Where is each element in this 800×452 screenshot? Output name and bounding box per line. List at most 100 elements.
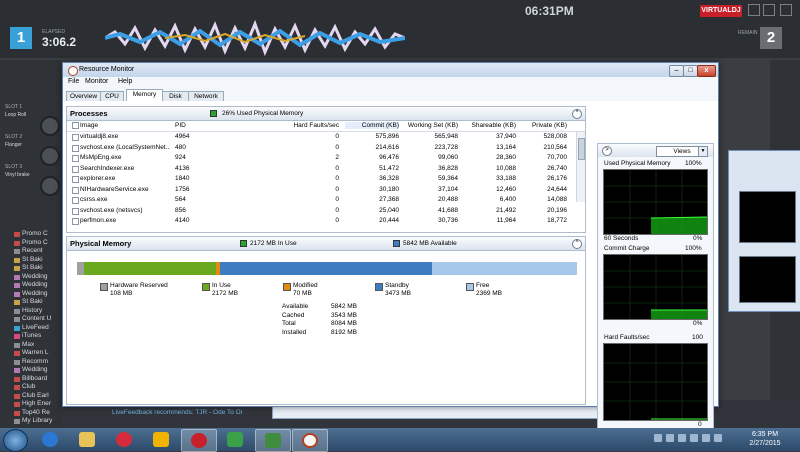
library-folder-item[interactable]: Club Earl bbox=[0, 392, 62, 401]
process-row[interactable]: explorer.exe 1840 0 36,328 59,364 33,188 26,17… bbox=[67, 175, 575, 184]
livefeedback-recommendation[interactable]: LiveFeedback recommends: TJR - Ode To Oi bbox=[112, 409, 242, 416]
library-folder-item[interactable]: Promo C bbox=[0, 230, 62, 239]
library-folder-item[interactable]: St Baki bbox=[0, 298, 62, 307]
waveform-display[interactable] bbox=[105, 20, 405, 56]
deck-2-indicator[interactable]: 2 bbox=[760, 27, 782, 49]
library-folder-item[interactable]: St Baki bbox=[0, 256, 62, 265]
process-row[interactable]: SearchIndexer.exe 4136 0 51,472 36,828 10,088… bbox=[67, 165, 575, 174]
library-folder-item[interactable]: Recomm bbox=[0, 358, 62, 367]
monitor-icon bbox=[265, 433, 281, 448]
tab-cpu[interactable]: CPU bbox=[100, 91, 124, 101]
process-row[interactable]: svchost.exe (netsvcs) 856 0 25,040 41,688 21,… bbox=[67, 207, 575, 216]
effect-knob-2[interactable] bbox=[40, 146, 60, 166]
tab-disk[interactable]: Disk bbox=[162, 91, 189, 101]
tray-network-icon[interactable] bbox=[690, 434, 698, 442]
process-checkbox[interactable] bbox=[72, 176, 79, 183]
process-checkbox[interactable] bbox=[72, 165, 79, 173]
title-bar[interactable]: Resource Monitor – □ x bbox=[63, 63, 718, 77]
tray-app-icon[interactable] bbox=[678, 434, 686, 442]
processes-scrollbar[interactable] bbox=[576, 132, 585, 202]
column-shareable[interactable]: Shareable (KB) bbox=[462, 122, 516, 129]
tab-memory[interactable]: Memory bbox=[126, 89, 163, 101]
process-row[interactable]: MsMpEng.exe 924 2 96,476 99,060 28,360 70,700 bbox=[67, 154, 575, 163]
tab-network[interactable]: Network bbox=[188, 91, 224, 101]
library-folder-item[interactable]: History bbox=[0, 307, 62, 316]
processes-header[interactable]: Processes 26% Used Physical Memory ^ bbox=[67, 107, 585, 121]
process-checkbox[interactable] bbox=[72, 197, 79, 204]
taskbar-ie[interactable] bbox=[33, 429, 67, 450]
taskbar-itunes[interactable] bbox=[107, 429, 141, 450]
effect-knob-1[interactable] bbox=[40, 116, 60, 136]
column-image[interactable]: Image bbox=[80, 122, 98, 129]
process-row[interactable]: perfmon.exe 4140 0 20,444 30,736 11,964 18,772 bbox=[67, 217, 575, 226]
deck-1-indicator[interactable]: 1 bbox=[10, 27, 32, 49]
select-all-checkbox[interactable] bbox=[72, 122, 79, 129]
library-folder-item[interactable]: Wedding bbox=[0, 273, 62, 282]
column-private[interactable]: Private (KB) bbox=[517, 122, 567, 129]
scrollbar-thumb[interactable] bbox=[578, 138, 585, 160]
library-folder-item[interactable]: High Ener bbox=[0, 400, 62, 409]
library-folder-item[interactable]: Content U bbox=[0, 315, 62, 324]
taskbar-virtualdj[interactable] bbox=[181, 429, 217, 452]
library-folder-item[interactable]: My Library bbox=[0, 417, 62, 426]
start-button[interactable] bbox=[3, 429, 28, 452]
taskbar-monitor-app[interactable] bbox=[255, 429, 291, 452]
column-pid[interactable]: PID bbox=[175, 122, 186, 129]
library-folder-label: Max bbox=[22, 340, 35, 348]
process-checkbox[interactable] bbox=[72, 186, 79, 194]
menu-monitor[interactable]: Monitor bbox=[85, 78, 108, 85]
taskbar-audio-app[interactable] bbox=[144, 429, 178, 450]
process-checkbox[interactable] bbox=[72, 218, 79, 225]
library-folder-item[interactable]: LiveFeed bbox=[0, 324, 62, 333]
library-folder-item[interactable]: Wedding bbox=[0, 366, 62, 375]
library-folder-item[interactable]: Warren L bbox=[0, 349, 62, 358]
minimize-button[interactable]: – bbox=[669, 65, 684, 77]
tab-overview[interactable]: Overview bbox=[66, 91, 101, 101]
process-row[interactable]: NIHardwareService.exe 1756 0 30,180 37,104 12… bbox=[67, 186, 575, 195]
expand-graphs-icon[interactable]: > bbox=[602, 146, 612, 156]
taskbar-controller-app[interactable] bbox=[218, 429, 252, 450]
process-row[interactable]: svchost.exe (LocalSystemNet... 480 0 214,61… bbox=[67, 144, 575, 153]
taskbar-resource-monitor[interactable] bbox=[292, 429, 328, 452]
tray-volume-icon[interactable] bbox=[714, 434, 722, 442]
library-folder-item[interactable]: Top40 Re bbox=[0, 409, 62, 418]
process-row[interactable]: virtualdj8.exe 4964 0 575,896 565,948 37,940 5… bbox=[67, 133, 575, 142]
process-cell: 0 bbox=[335, 133, 339, 140]
taskbar-clock[interactable]: 6:35 PM 2/27/2015 bbox=[740, 430, 790, 448]
tray-power-icon[interactable] bbox=[702, 434, 710, 442]
background-window[interactable] bbox=[728, 150, 800, 312]
library-folder-item[interactable]: Recent bbox=[0, 247, 62, 256]
column-working-set[interactable]: Working Set (KB) bbox=[402, 122, 458, 129]
library-folder-item[interactable]: Wedding bbox=[0, 281, 62, 290]
effect-knob-3[interactable] bbox=[40, 176, 60, 196]
maximize-button[interactable]: □ bbox=[683, 65, 698, 77]
menu-file[interactable]: File bbox=[68, 78, 79, 85]
minimize-icon[interactable] bbox=[748, 4, 760, 16]
process-checkbox[interactable] bbox=[72, 155, 79, 162]
column-hard-faults[interactable]: Hard Faults/sec bbox=[267, 122, 339, 129]
column-commit[interactable]: Commit (KB) bbox=[345, 122, 399, 129]
tray-chevron-icon[interactable] bbox=[654, 434, 662, 442]
close-icon[interactable] bbox=[780, 4, 792, 16]
maximize-icon[interactable] bbox=[763, 4, 775, 16]
views-dropdown[interactable]: Views ▼ bbox=[656, 146, 708, 157]
library-folder-item[interactable]: Billboard bbox=[0, 375, 62, 384]
library-folder-item[interactable]: St Baki bbox=[0, 264, 62, 273]
process-row[interactable]: csrss.exe 564 0 27,368 20,488 6,400 14,088 bbox=[67, 196, 575, 205]
library-folder-item[interactable]: Wedding bbox=[0, 290, 62, 299]
process-checkbox[interactable] bbox=[72, 134, 79, 141]
collapse-physical-memory-icon[interactable]: ^ bbox=[572, 239, 582, 249]
menu-help[interactable]: Help bbox=[118, 78, 132, 85]
library-folder-item[interactable]: Club bbox=[0, 383, 62, 392]
close-button[interactable]: x bbox=[697, 65, 716, 77]
library-folder-item[interactable]: Promo C bbox=[0, 239, 62, 248]
library-folder-item[interactable]: iTunes bbox=[0, 332, 62, 341]
physical-memory-header[interactable]: Physical Memory 2172 MB In Use 5842 MB A… bbox=[67, 237, 585, 251]
tray-flag-icon[interactable] bbox=[666, 434, 674, 442]
taskbar-explorer[interactable] bbox=[70, 429, 104, 450]
process-checkbox[interactable] bbox=[72, 207, 79, 215]
collapse-processes-icon[interactable]: ^ bbox=[572, 109, 582, 119]
library-folder-item[interactable]: Max bbox=[0, 341, 62, 350]
resource-monitor-window[interactable]: Resource Monitor – □ x File Monitor Help… bbox=[62, 62, 719, 435]
process-checkbox[interactable] bbox=[72, 144, 79, 152]
